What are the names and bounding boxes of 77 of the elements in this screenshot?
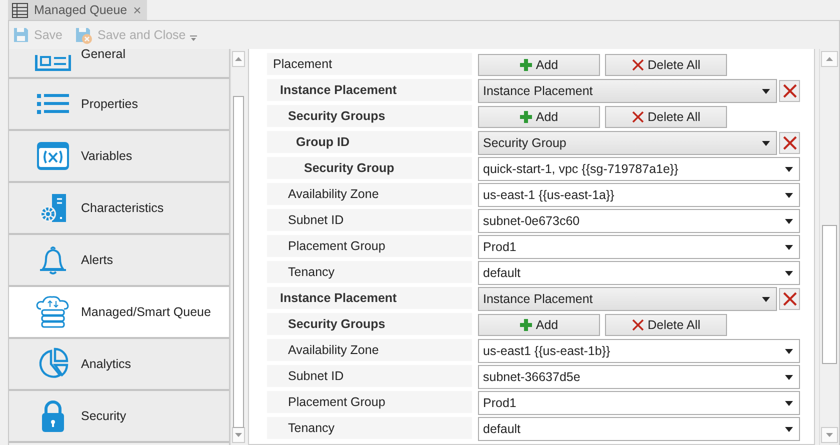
caret-icon	[785, 244, 793, 250]
remove-button[interactable]	[779, 80, 800, 102]
caret-icon	[785, 166, 793, 172]
property-label: Availability Zone	[267, 339, 472, 363]
caret-icon	[785, 192, 793, 198]
sidebar-item[interactable]: Analytics	[9, 339, 229, 391]
sidebar-item[interactable]: Alerts	[9, 235, 229, 287]
sidebar-item[interactable]: Security	[9, 391, 229, 443]
caret-icon	[785, 218, 793, 224]
sidebar-item[interactable]: Variables	[9, 131, 229, 183]
overflow-icon[interactable]	[190, 34, 197, 42]
caret-icon	[785, 348, 793, 354]
property-label: Tenancy	[267, 417, 472, 441]
floppy-disk-close-icon	[74, 26, 92, 44]
document-tab[interactable]: Managed Queue ×	[8, 0, 148, 20]
caret-icon	[785, 374, 793, 380]
add-button[interactable]: Add	[478, 106, 600, 128]
plus-icon	[520, 319, 532, 331]
plus-icon	[520, 59, 532, 71]
combo-box[interactable]: Instance Placement	[478, 287, 777, 311]
add-button[interactable]: Add	[478, 54, 600, 76]
property-label: Instance Placement	[267, 287, 472, 311]
sidebar-item[interactable]: Properties	[9, 79, 229, 131]
caret-icon	[762, 88, 770, 94]
property-label: Security Groups	[267, 105, 472, 129]
caret-icon	[762, 296, 770, 302]
property-label: Tenancy	[267, 261, 472, 285]
property-label: Security Groups	[267, 313, 472, 337]
dropdown-field[interactable]: us-east-1 {{us-east-1a}}	[478, 183, 800, 207]
bell-icon	[38, 244, 68, 276]
combo-box[interactable]: Security Group	[478, 131, 777, 155]
property-label: Placement	[267, 53, 472, 77]
variable-icon	[36, 141, 70, 171]
caret-icon	[785, 400, 793, 406]
sidebar-item[interactable]: Characteristics	[9, 183, 229, 235]
close-icon	[782, 292, 796, 306]
close-icon	[782, 136, 796, 150]
delete-all-button[interactable]: Delete All	[605, 314, 727, 336]
property-label: Subnet ID	[267, 209, 472, 233]
sidebar-item[interactable]: Managed/Smart Queue	[9, 287, 229, 339]
dropdown-field[interactable]: quick-start-1, vpc {{sg-719787a1e}}	[478, 157, 800, 181]
list-icon	[35, 91, 71, 117]
dropdown-field[interactable]: Prod1	[478, 235, 800, 259]
dropdown-field[interactable]: default	[478, 417, 800, 441]
caret-icon	[785, 270, 793, 276]
padlock-icon	[40, 399, 66, 433]
close-icon	[632, 59, 644, 71]
property-label: Availability Zone	[267, 183, 472, 207]
caret-icon	[762, 140, 770, 146]
form-icon	[35, 55, 71, 71]
property-label: Placement Group	[267, 235, 472, 259]
close-icon	[632, 111, 644, 123]
close-icon	[782, 84, 796, 98]
scrollbar-thumb[interactable]	[233, 96, 244, 428]
combo-box[interactable]: Instance Placement	[478, 79, 777, 103]
caret-icon	[785, 426, 793, 432]
remove-button[interactable]	[779, 288, 800, 310]
cloud-server-icon	[36, 295, 70, 329]
plus-icon	[520, 111, 532, 123]
dropdown-field[interactable]: Prod1	[478, 391, 800, 415]
delete-all-button[interactable]: Delete All	[605, 106, 727, 128]
property-label: Placement Group	[267, 391, 472, 415]
property-label: Subnet ID	[267, 365, 472, 389]
remove-button[interactable]	[779, 132, 800, 154]
sidebar-item[interactable]: General	[9, 49, 229, 79]
dropdown-field[interactable]: subnet-36637d5e	[478, 365, 800, 389]
property-label: Instance Placement	[267, 79, 472, 103]
close-icon	[632, 319, 644, 331]
add-button[interactable]: Add	[478, 314, 600, 336]
property-label: Group ID	[267, 131, 472, 155]
table-icon	[12, 2, 28, 18]
scrollbar-thumb[interactable]	[822, 225, 837, 364]
dropdown-field[interactable]: subnet-0e673c60	[478, 209, 800, 233]
dropdown-field[interactable]: default	[478, 261, 800, 285]
delete-all-button[interactable]: Delete All	[605, 54, 727, 76]
dropdown-field[interactable]: us-east1 {{us-east-1b}}	[478, 339, 800, 363]
property-label: Security Group	[267, 157, 472, 181]
